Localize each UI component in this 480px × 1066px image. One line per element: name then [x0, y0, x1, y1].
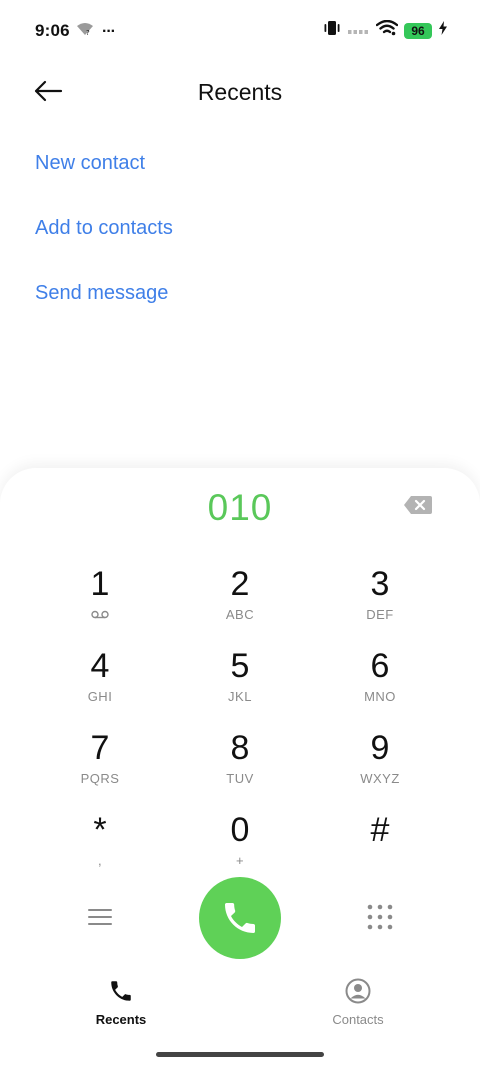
dialpad-grid-icon — [367, 904, 393, 930]
number-actions: New contact Add to contacts Send message — [35, 145, 173, 340]
dialpad-sheet: 010 1 2 ABC 3 DEF 4 GHI 5 JKL 6 MNO 7 PQ… — [0, 468, 480, 1066]
menu-icon — [88, 909, 112, 925]
key-6[interactable]: 6 MNO — [310, 643, 450, 725]
key-2[interactable]: 2 ABC — [170, 561, 310, 643]
key-letters: JKL — [228, 688, 252, 704]
key-letters: PQRS — [80, 770, 120, 786]
keypad-toggle-button[interactable] — [364, 901, 396, 933]
key-digit: 9 — [370, 729, 390, 767]
key-digit: 1 — [90, 565, 110, 603]
key-digit: 6 — [370, 647, 390, 685]
key-letters: DEF — [366, 606, 394, 622]
backspace-button[interactable] — [403, 495, 433, 517]
dial-controls — [0, 877, 480, 959]
key-7[interactable]: 7 PQRS — [30, 725, 170, 807]
wifi-unknown-icon: ? — [76, 22, 94, 41]
signal-icon — [348, 22, 370, 40]
voicemail-icon — [91, 607, 109, 621]
key-8[interactable]: 8 TUV — [170, 725, 310, 807]
status-bar: 9:06 ? ··· 96 — [0, 0, 480, 62]
battery-indicator: 96 — [404, 22, 432, 39]
phone-icon — [111, 981, 131, 1001]
keypad: 1 2 ABC 3 DEF 4 GHI 5 JKL 6 MNO 7 PQRS 8… — [30, 561, 450, 889]
key-digit: # — [370, 811, 390, 849]
charging-icon — [438, 21, 448, 40]
nav-tab-recents[interactable]: Recents — [61, 978, 181, 1027]
key-digit: * — [93, 811, 107, 849]
call-button[interactable] — [199, 877, 281, 959]
key-letters: + — [235, 852, 245, 868]
status-time: 9:06 — [35, 21, 70, 40]
backspace-icon — [404, 496, 432, 514]
key-letters: , — [97, 852, 103, 868]
key-digit: 2 — [230, 565, 250, 603]
key-3[interactable]: 3 DEF — [310, 561, 450, 643]
nav-tab-contacts[interactable]: Contacts — [298, 978, 418, 1027]
status-right-icons: 96 — [322, 19, 448, 41]
send-message-link[interactable]: Send message — [35, 275, 173, 340]
key-4[interactable]: 4 GHI — [30, 643, 170, 725]
nav-label: Recents — [95, 1012, 147, 1027]
key-letters: TUV — [226, 770, 254, 786]
svg-text:?: ? — [86, 29, 90, 36]
home-indicator[interactable] — [156, 1052, 324, 1057]
key-digit: 7 — [90, 729, 110, 767]
contact-avatar-icon — [345, 978, 371, 1004]
key-digit: 5 — [230, 647, 250, 685]
key-digit: 3 — [370, 565, 390, 603]
key-letters: MNO — [364, 688, 396, 704]
menu-button[interactable] — [84, 901, 116, 933]
add-to-contacts-link[interactable]: Add to contacts — [35, 210, 173, 275]
new-contact-link[interactable]: New contact — [35, 145, 173, 210]
key-letters: GHI — [87, 688, 113, 704]
key-digit: 8 — [230, 729, 250, 767]
key-9[interactable]: 9 WXYZ — [310, 725, 450, 807]
key-digit: 0 — [230, 811, 250, 849]
key-letters: ABC — [225, 606, 255, 622]
more-notifications-icon: ··· — [102, 22, 116, 40]
nav-label: Contacts — [332, 1012, 384, 1027]
bottom-nav: Recents Contacts — [0, 978, 480, 1038]
status-left-icons: ? ··· — [76, 22, 116, 41]
phone-icon — [225, 903, 255, 933]
wifi-icon — [375, 19, 399, 41]
page-title: Recents — [197, 79, 283, 105]
key-5[interactable]: 5 JKL — [170, 643, 310, 725]
vibrate-icon — [322, 20, 342, 41]
app-bar: Recents — [0, 62, 480, 122]
key-1[interactable]: 1 — [30, 561, 170, 643]
key-letters: WXYZ — [360, 770, 400, 786]
key-digit: 4 — [90, 647, 110, 685]
